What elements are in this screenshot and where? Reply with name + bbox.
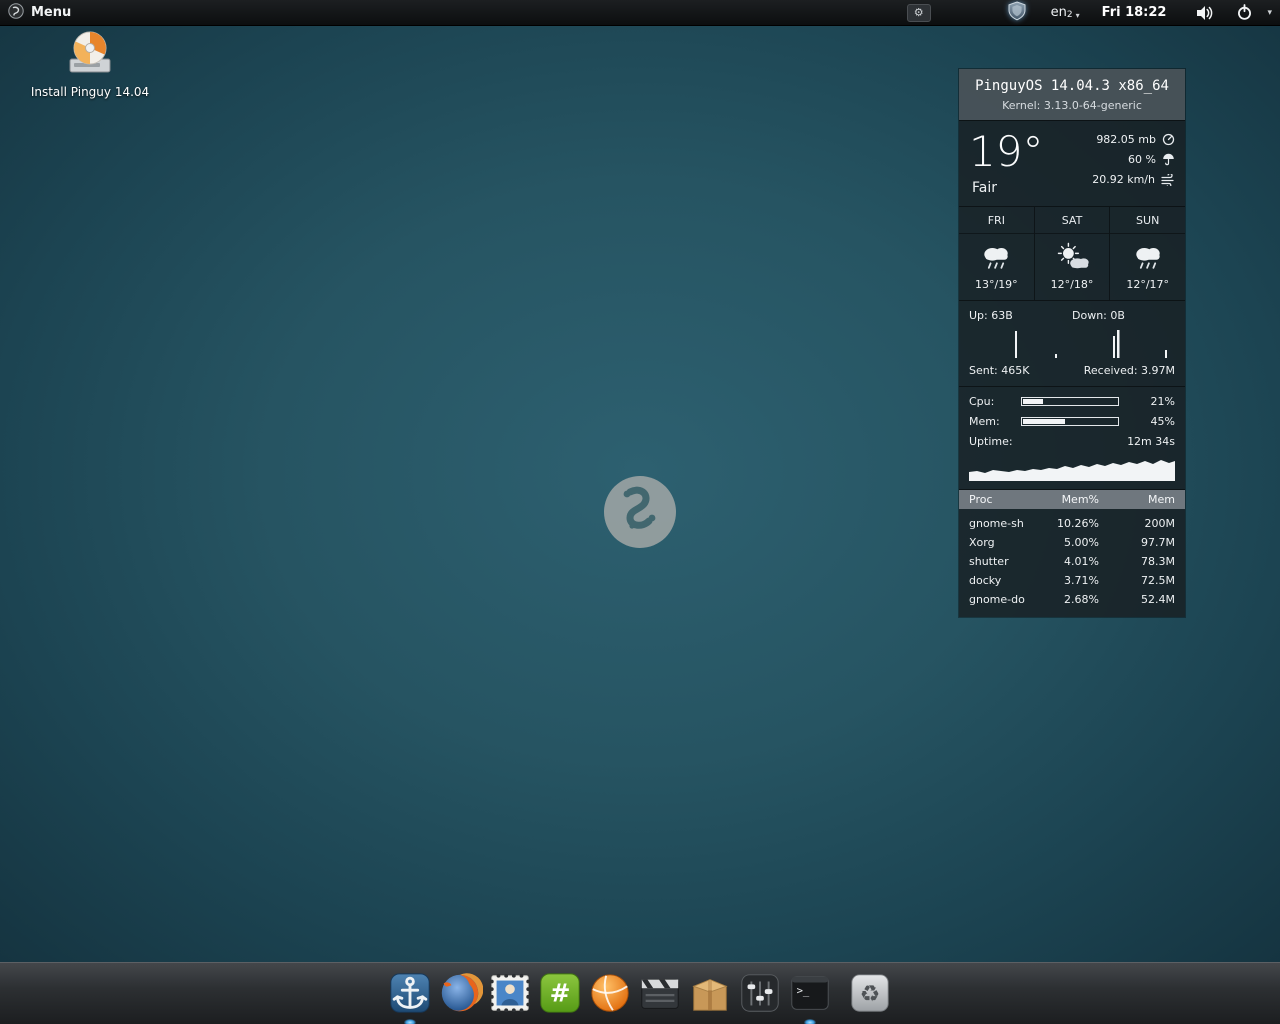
upload-graph [1015, 331, 1057, 358]
dock-item-equalizer[interactable] [735, 970, 785, 1022]
stamp-icon [489, 973, 531, 1013]
cpu-history-graph [969, 460, 1175, 481]
mem-bar [1021, 417, 1119, 426]
pinguy-watermark-logo [602, 474, 678, 554]
terminal-icon: >_ [791, 976, 829, 1010]
package-icon [692, 979, 728, 1011]
dock-item-terminal[interactable]: >_ [785, 970, 835, 1022]
clock[interactable]: Fri 18:22 [1102, 5, 1167, 20]
system-section: Cpu: 21% Mem: 45% Uptime: 12m 34s [959, 386, 1185, 489]
process-row: Xorg 5.00% 97.7M [969, 536, 1175, 549]
dock-item-trash[interactable]: ♻ [845, 970, 895, 1022]
uptime-label: Uptime: [969, 435, 1013, 448]
trash-icon: ♻ [851, 974, 889, 1012]
process-row: shutter 4.01% 78.3M [969, 555, 1175, 568]
volume-icon [1197, 5, 1213, 20]
forecast-temps: 12°/18° [1050, 278, 1094, 291]
keyboard-layout-indicator[interactable]: en 2 ▾ [1051, 5, 1080, 20]
net-down-label: Down: 0B [1072, 309, 1125, 322]
chevron-down-icon: ▾ [1075, 11, 1080, 20]
installer-disc-icon [69, 31, 111, 73]
net-up-label: Up: 63B [969, 309, 1013, 322]
top-panel: Menu ⚙ en 2 ▾ Fri 18:22 ▾ [0, 0, 1280, 26]
anchor-icon [390, 973, 430, 1013]
power-icon [1238, 4, 1252, 20]
process-row: gnome-sh 10.26% 200M [969, 517, 1175, 530]
dock-item-video-editor[interactable] [635, 970, 685, 1022]
forecast-day-label: FRI [959, 214, 1034, 234]
cpu-label: Cpu: [969, 395, 995, 408]
weather-current: 19° Fair 982.05 mb 60 % 20.92 km/h [959, 120, 1185, 206]
desktop-icon-label: Install Pinguy 14.04 [30, 85, 150, 99]
rain-icon [1135, 248, 1160, 269]
svg-text:#: # [550, 979, 571, 1008]
wind-value: 20.92 km/h [1092, 173, 1155, 186]
forecast-day-label: SAT [1034, 214, 1110, 234]
volume-button[interactable] [1196, 5, 1214, 21]
process-row: docky 3.71% 72.5M [969, 574, 1175, 587]
pinguy-logo-icon [8, 2, 24, 23]
forecast-day-sat: SAT 12°/18° [1033, 207, 1110, 300]
forecast-day-fri: FRI 13°/19° [959, 207, 1034, 300]
mem-col-header: Mem [1148, 493, 1175, 506]
panel-caret-down-icon[interactable]: ▾ [1267, 8, 1272, 18]
keyboard-layout: en [1050, 5, 1067, 20]
cpu-value: 21% [1150, 395, 1175, 408]
proc-col-header: Proc [969, 493, 993, 506]
dock-item-chat[interactable]: # [535, 970, 585, 1022]
dock: # >_ ♻ [0, 962, 1280, 1024]
mempct-col-header: Mem% [1061, 493, 1099, 506]
clapperboard-icon [641, 979, 679, 1009]
download-graph [1113, 330, 1167, 358]
forecast-day-sun: SUN 12°/17° [1109, 207, 1186, 300]
mem-value: 45% [1150, 415, 1175, 428]
power-button[interactable] [1236, 4, 1253, 21]
weather-condition: Fair [972, 180, 997, 196]
weather-temperature: 19° [969, 127, 1044, 176]
svg-text:>_: >_ [797, 985, 810, 997]
keyboard-variant: 2 [1066, 10, 1073, 20]
process-table: Proc Mem% Mem gnome-sh 10.26% 200M Xorg … [959, 489, 1185, 617]
shield-icon [1008, 0, 1026, 20]
os-title: PinguyOS 14.04.3 x86_64 [975, 78, 1169, 94]
shield-applet[interactable] [1007, 0, 1027, 25]
dock-item-file-archiver[interactable] [685, 970, 735, 1022]
gear-icon: ⚙ [913, 6, 924, 19]
dock-item-mail[interactable] [485, 970, 535, 1022]
hash-icon: # [540, 973, 580, 1013]
cpu-bar [1021, 397, 1119, 406]
network-section: Up: 63B Down: 0B Sent: 465K Received: 3.… [959, 300, 1185, 386]
conky-header: PinguyOS 14.04.3 x86_64 Kernel: 3.13.0-6… [959, 69, 1185, 120]
desktop-icon-install-pinguy[interactable]: Install Pinguy 14.04 [30, 28, 150, 99]
tray-gear-applet[interactable]: ⚙ [906, 3, 931, 22]
humidity-value: 60 % [1128, 153, 1156, 166]
forecast-temps: 13°/19° [974, 278, 1018, 291]
dock-item-orange-app[interactable] [585, 970, 635, 1022]
conky-system-monitor: PinguyOS 14.04.3 x86_64 Kernel: 3.13.0-6… [958, 68, 1186, 618]
menu-label: Menu [31, 5, 72, 20]
svg-text:♻: ♻ [860, 982, 881, 1008]
pressure-value: 982.05 mb [1096, 133, 1156, 146]
menu-button[interactable]: Menu [8, 2, 72, 23]
net-sent-label: Sent: 465K [969, 364, 1030, 377]
equalizer-icon [741, 974, 779, 1012]
dock-item-docky[interactable] [385, 970, 435, 1022]
wind-icon [1161, 173, 1174, 186]
dock-item-firefox[interactable] [435, 970, 485, 1022]
uptime-value: 12m 34s [1127, 435, 1175, 448]
mem-label: Mem: [969, 415, 1000, 428]
net-received-label: Received: 3.97M [1083, 364, 1175, 377]
forecast-day-label: SUN [1110, 214, 1186, 234]
weather-forecast: FRI 13°/19° SAT 12°/18° SUN 12°/17° [959, 206, 1186, 300]
kernel-version: Kernel: 3.13.0-64-generic [1002, 99, 1142, 112]
firefox-icon [441, 973, 483, 1012]
orange-ball-icon [591, 974, 629, 1012]
process-row: gnome-do 2.68% 52.4M [969, 593, 1175, 606]
rain-icon [984, 248, 1009, 269]
partly-sunny-icon [1057, 242, 1089, 269]
pressure-icon [1162, 133, 1175, 146]
humidity-icon [1163, 153, 1174, 166]
process-table-header: Proc Mem% Mem [959, 490, 1185, 509]
forecast-temps: 12°/17° [1126, 278, 1170, 291]
